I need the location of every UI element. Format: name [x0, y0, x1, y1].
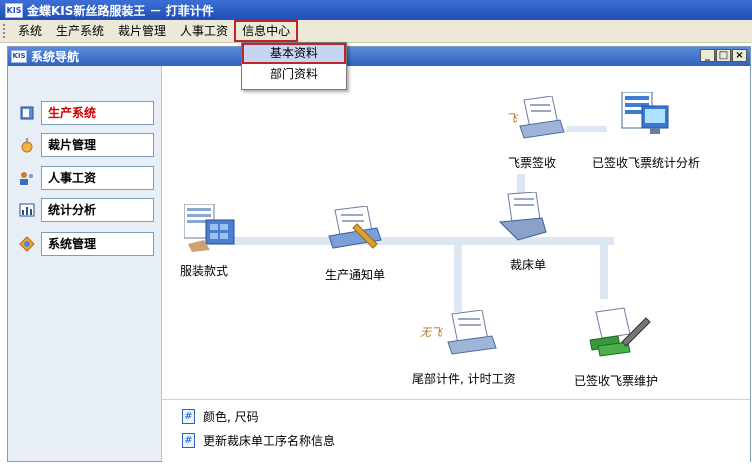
- child-title: 系统导航: [31, 50, 80, 64]
- nav-item-production[interactable]: 生产系统: [16, 101, 154, 125]
- cutting-sheet-label: 裁床单: [510, 258, 547, 272]
- nav-label: 人事工资: [41, 166, 154, 190]
- production-notice-icon: [328, 206, 382, 249]
- nav-label: 系统管理: [41, 232, 154, 256]
- menu-grip: [3, 24, 11, 38]
- chart-icon: [19, 202, 35, 218]
- menu-system[interactable]: 系统: [11, 21, 49, 41]
- link-color-size[interactable]: # 颜色, 尺码: [182, 408, 259, 425]
- garment-style-icon: [184, 204, 235, 252]
- tail-piece-icon: [447, 310, 497, 355]
- signed-stats-label: 已签收飞票统计分析: [592, 156, 701, 170]
- link-update-process-name[interactable]: # 更新裁床单工序名称信息: [182, 432, 335, 449]
- window-buttons: _ □ ×: [700, 49, 747, 62]
- system-icon: [19, 236, 35, 252]
- signed-maintain-label: 已签收飞票维护: [574, 374, 659, 388]
- flow-line-down-right: [600, 244, 608, 299]
- production-notice-label: 生产通知单: [325, 268, 386, 282]
- app-title: 金蝶KIS新丝路服装王 － 打菲计件: [27, 3, 214, 18]
- node-ticket-sign[interactable]: 飞 飞票签收: [498, 96, 578, 176]
- menu-info-center[interactable]: 信息中心: [234, 20, 299, 42]
- nav-panel: 生产系统 裁片管理 人事工资 统计分析 系统管理: [8, 66, 162, 461]
- nav-item-cutting[interactable]: 裁片管理: [16, 133, 154, 157]
- node-garment-style[interactable]: 服装款式: [180, 204, 270, 284]
- fei-mark: 飞: [506, 112, 517, 125]
- menu-hr-payroll[interactable]: 人事工资: [173, 21, 235, 41]
- nav-label: 生产系统: [41, 101, 154, 125]
- node-production-notice[interactable]: 生产通知单: [325, 206, 415, 286]
- info-center-dropdown: 基本资料 部门资料: [241, 42, 347, 90]
- menu-production[interactable]: 生产系统: [49, 21, 111, 41]
- node-signed-stats[interactable]: 已签收飞票统计分析: [592, 92, 722, 172]
- link-label: 颜色, 尺码: [203, 410, 259, 424]
- nav-item-hr-payroll[interactable]: 人事工资: [16, 166, 154, 190]
- workflow-area: 服装款式 生产通知单 飞 飞票签收 已签收飞票统计分析 裁床单 无飞 尾部计件,…: [162, 66, 750, 462]
- child-title-bar: KIS 系统导航 _ □ ×: [8, 47, 750, 66]
- nav-label: 裁片管理: [41, 133, 154, 157]
- flow-line-down-left: [454, 244, 462, 312]
- menu-bar: 系统 生产系统 裁片管理 人事工资 信息中心: [0, 20, 752, 43]
- nav-item-system-admin[interactable]: 系统管理: [16, 232, 154, 256]
- app-title-bar: KIS 金蝶KIS新丝路服装王 － 打菲计件: [0, 0, 752, 20]
- maximize-button[interactable]: □: [716, 49, 731, 62]
- cut-icon: [19, 137, 35, 153]
- wu-fei-mark: 无飞: [420, 326, 442, 339]
- dropdown-item-department-info[interactable]: 部门资料: [242, 64, 346, 85]
- garment-style-label: 服装款式: [180, 264, 229, 278]
- nav-label: 统计分析: [41, 198, 154, 222]
- people-icon: [19, 170, 35, 186]
- link-icon: #: [182, 409, 195, 424]
- dropdown-item-basic-info[interactable]: 基本资料: [242, 43, 346, 64]
- signed-stats-icon: [621, 92, 669, 134]
- link-label: 更新裁床单工序名称信息: [203, 434, 336, 448]
- node-cutting-sheet[interactable]: 裁床单: [492, 192, 572, 272]
- ticket-sign-icon: [519, 96, 565, 139]
- nav-item-statistics[interactable]: 统计分析: [16, 198, 154, 222]
- menu-cutting[interactable]: 裁片管理: [111, 21, 173, 41]
- close-button[interactable]: ×: [732, 49, 747, 62]
- child-logo: KIS: [11, 50, 27, 63]
- cutting-sheet-icon: [498, 192, 547, 241]
- book-icon: [19, 105, 35, 121]
- node-signed-maintain[interactable]: 已签收飞票维护: [574, 306, 684, 396]
- tail-piece-label: 尾部计件, 计时工资: [412, 372, 516, 386]
- app-logo: KIS: [5, 2, 23, 18]
- signed-maintain-icon: [589, 307, 651, 357]
- ticket-sign-label: 飞票签收: [508, 156, 557, 170]
- node-tail-piece[interactable]: 无飞 尾部计件, 计时工资: [412, 310, 532, 395]
- quick-links: # 颜色, 尺码 # 更新裁床单工序名称信息: [162, 399, 750, 462]
- system-navigator-window: KIS 系统导航 _ □ × 生产系统 裁片管理 人事工资 统计分析 系统管理 …: [7, 46, 751, 462]
- minimize-button[interactable]: _: [700, 49, 715, 62]
- link-icon: #: [182, 433, 195, 448]
